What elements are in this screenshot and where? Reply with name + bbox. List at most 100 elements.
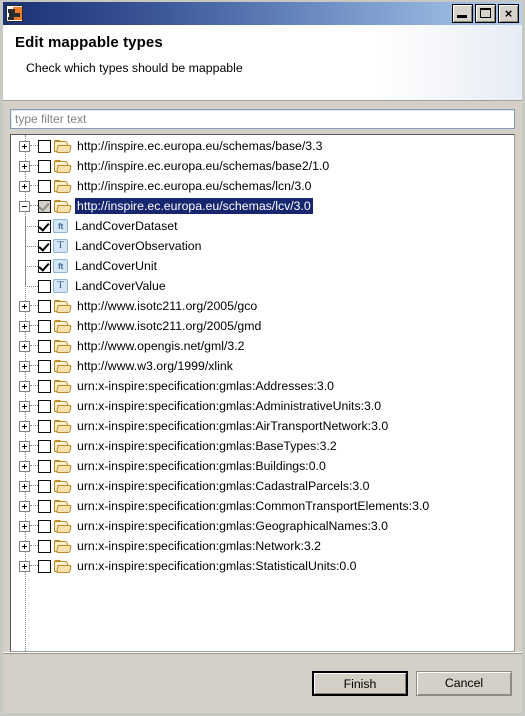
- tree-connector: [30, 365, 38, 367]
- tree-row[interactable]: urn:x-inspire:specification:gmlas:Buildi…: [11, 456, 514, 476]
- folder-icon: [54, 479, 72, 493]
- expand-icon[interactable]: [19, 320, 30, 332]
- expand-icon[interactable]: [19, 380, 30, 392]
- tree-row[interactable]: http://inspire.ec.europa.eu/schemas/base…: [11, 136, 514, 156]
- row-checkbox[interactable]: [38, 499, 51, 513]
- minimize-button[interactable]: [452, 4, 473, 23]
- expand-icon[interactable]: [19, 340, 30, 352]
- tree-row-label: http://www.isotc211.org/2005/gco: [77, 299, 258, 313]
- tree-row[interactable]: ft LandCoverDataset: [11, 216, 514, 236]
- maximize-button[interactable]: [475, 4, 496, 23]
- tree-row[interactable]: http://www.isotc211.org/2005/gmd: [11, 316, 514, 336]
- row-checkbox[interactable]: [38, 539, 51, 553]
- tree-row[interactable]: http://www.opengis.net/gml/3.2: [11, 336, 514, 356]
- tree-row[interactable]: urn:x-inspire:specification:gmlas:Addres…: [11, 376, 514, 396]
- expand-icon[interactable]: [19, 140, 30, 152]
- expand-icon[interactable]: [19, 500, 30, 512]
- tree-connector: [30, 405, 38, 407]
- tree-row[interactable]: ft LandCoverUnit: [11, 256, 514, 276]
- type-tree[interactable]: http://inspire.ec.europa.eu/schemas/base…: [11, 135, 514, 651]
- folder-icon: [54, 319, 72, 333]
- tree-row[interactable]: urn:x-inspire:specification:gmlas:AirTra…: [11, 416, 514, 436]
- expand-icon[interactable]: [19, 360, 30, 372]
- folder-icon: [54, 359, 72, 373]
- row-checkbox[interactable]: [38, 199, 51, 213]
- close-button[interactable]: ×: [498, 4, 519, 23]
- collapse-icon[interactable]: [19, 200, 30, 212]
- cancel-button[interactable]: Cancel: [416, 670, 512, 696]
- maximize-icon: [480, 8, 491, 18]
- row-checkbox[interactable]: [38, 299, 51, 313]
- tree-connector: [30, 185, 38, 187]
- folder-icon: [54, 339, 72, 353]
- expand-icon[interactable]: [19, 540, 30, 552]
- expand-icon[interactable]: [19, 420, 30, 432]
- tree-row-label: urn:x-inspire:specification:gmlas:Cadast…: [77, 479, 370, 493]
- tree-row-label: http://www.w3.org/1999/xlink: [77, 359, 233, 373]
- row-checkbox[interactable]: [38, 439, 51, 453]
- row-checkbox[interactable]: [38, 219, 51, 233]
- row-checkbox[interactable]: [38, 559, 51, 573]
- tree-row[interactable]: urn:x-inspire:specification:gmlas:Cadast…: [11, 476, 514, 496]
- row-checkbox[interactable]: [38, 459, 51, 473]
- tree-row-label: LandCoverUnit: [75, 259, 158, 273]
- expand-icon[interactable]: [19, 400, 30, 412]
- type-tree-container[interactable]: http://inspire.ec.europa.eu/schemas/base…: [10, 134, 515, 652]
- row-checkbox[interactable]: [38, 159, 51, 173]
- type-icon: T: [53, 239, 68, 253]
- tree-row-label: http://www.isotc211.org/2005/gmd: [77, 319, 262, 333]
- row-checkbox[interactable]: [38, 359, 51, 373]
- expand-icon[interactable]: [19, 480, 30, 492]
- tree-connector: [30, 205, 38, 207]
- tree-connector: [30, 305, 38, 307]
- tree-row[interactable]: T LandCoverValue: [11, 276, 514, 296]
- tree-row[interactable]: urn:x-inspire:specification:gmlas:Statis…: [11, 556, 514, 576]
- expand-icon[interactable]: [19, 560, 30, 572]
- tree-row[interactable]: http://inspire.ec.europa.eu/schemas/lcn/…: [11, 176, 514, 196]
- tree-row-label: LandCoverValue: [75, 279, 166, 293]
- row-checkbox[interactable]: [38, 259, 51, 273]
- expand-icon[interactable]: [19, 300, 30, 312]
- tree-row[interactable]: http://www.isotc211.org/2005/gco: [11, 296, 514, 316]
- tree-row[interactable]: http://www.w3.org/1999/xlink: [11, 356, 514, 376]
- finish-button[interactable]: Finish: [312, 670, 408, 696]
- tree-connector: [11, 236, 38, 256]
- row-checkbox[interactable]: [38, 519, 51, 533]
- tree-row[interactable]: urn:x-inspire:specification:gmlas:Common…: [11, 496, 514, 516]
- row-checkbox[interactable]: [38, 239, 51, 253]
- filter-input[interactable]: [10, 109, 515, 129]
- tree-row-label: urn:x-inspire:specification:gmlas:Statis…: [77, 559, 357, 573]
- row-checkbox[interactable]: [38, 379, 51, 393]
- row-checkbox[interactable]: [38, 479, 51, 493]
- tree-row[interactable]: urn:x-inspire:specification:gmlas:Geogra…: [11, 516, 514, 536]
- expand-icon[interactable]: [19, 460, 30, 472]
- tree-row-label: LandCoverObservation: [75, 239, 202, 253]
- tree-row[interactable]: urn:x-inspire:specification:gmlas:Admini…: [11, 396, 514, 416]
- row-checkbox[interactable]: [38, 399, 51, 413]
- tree-connector: [30, 505, 38, 507]
- row-checkbox[interactable]: [38, 139, 51, 153]
- expand-icon[interactable]: [19, 160, 30, 172]
- folder-icon: [54, 499, 72, 513]
- row-checkbox[interactable]: [38, 339, 51, 353]
- tree-connector: [30, 485, 38, 487]
- row-checkbox[interactable]: [38, 419, 51, 433]
- tree-row[interactable]: urn:x-inspire:specification:gmlas:BaseTy…: [11, 436, 514, 456]
- tree-connector: [30, 565, 38, 567]
- tree-row-label: http://inspire.ec.europa.eu/schemas/base…: [77, 159, 330, 173]
- row-checkbox[interactable]: [38, 319, 51, 333]
- tree-row[interactable]: urn:x-inspire:specification:gmlas:Networ…: [11, 536, 514, 556]
- tree-connector: [30, 145, 38, 147]
- tree-row[interactable]: T LandCoverObservation: [11, 236, 514, 256]
- expand-icon[interactable]: [19, 180, 30, 192]
- tree-row[interactable]: http://inspire.ec.europa.eu/schemas/lcv/…: [11, 196, 514, 216]
- tree-connector: [30, 545, 38, 547]
- folder-icon: [54, 459, 72, 473]
- expand-icon[interactable]: [19, 440, 30, 452]
- row-checkbox[interactable]: [38, 179, 51, 193]
- tree-connector: [11, 256, 38, 276]
- expand-icon[interactable]: [19, 520, 30, 532]
- tree-row[interactable]: http://inspire.ec.europa.eu/schemas/base…: [11, 156, 514, 176]
- tree-row-label: http://inspire.ec.europa.eu/schemas/lcv/…: [75, 198, 313, 214]
- row-checkbox[interactable]: [38, 279, 51, 293]
